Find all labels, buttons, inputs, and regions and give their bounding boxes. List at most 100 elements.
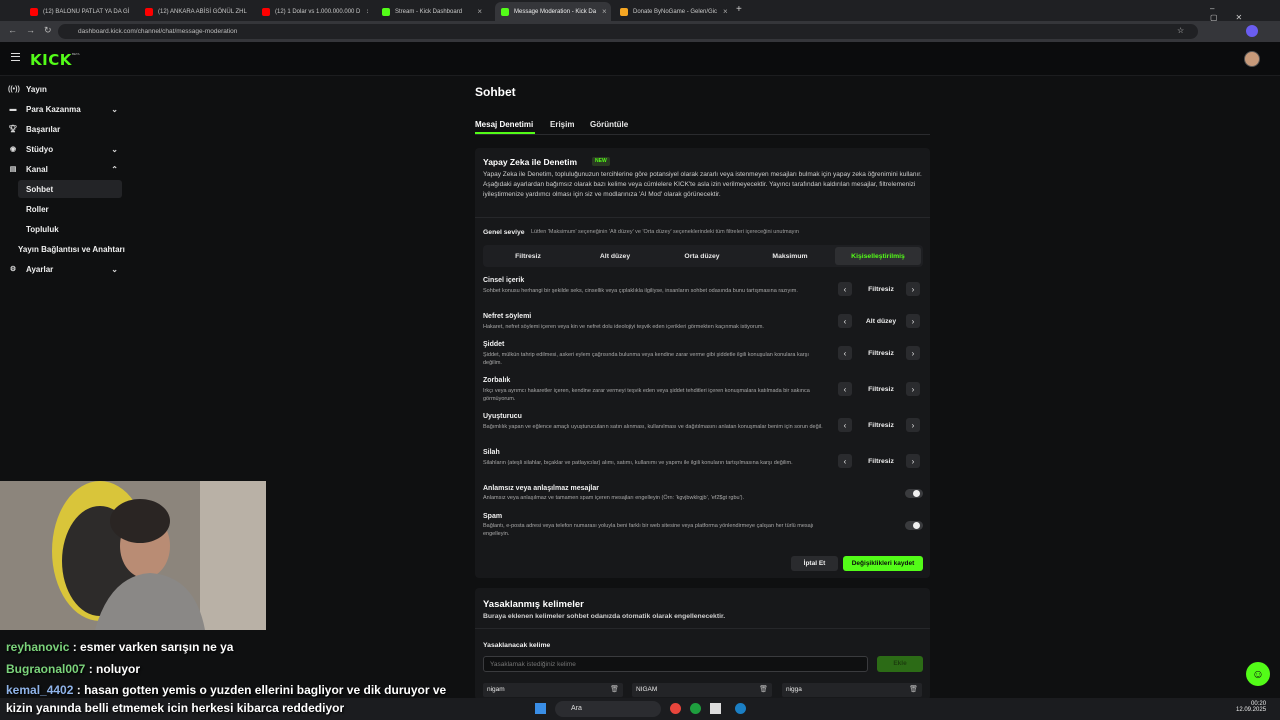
trophy-icon: 🏆︎ (8, 126, 18, 133)
chat-message: kemal_4402 : hasan gotten yemis o yuzden… (6, 683, 447, 697)
level-kisisellestirilmis-button[interactable]: Kişiselleştirilmiş (835, 247, 921, 265)
sidebar-item-topluluk[interactable]: Topluluk (18, 220, 122, 238)
category-value: Filtresiz (868, 350, 894, 357)
hamburger-menu-icon[interactable] (11, 53, 20, 61)
level-maksimum-button[interactable]: Maksimum (746, 247, 834, 265)
toggle-title: Anlamsız veya anlaşılmaz mesajlar (483, 485, 599, 492)
chevron-right-icon[interactable]: › (906, 346, 920, 360)
category-value: Filtresiz (868, 422, 894, 429)
chevron-left-icon[interactable]: ‹ (838, 454, 852, 468)
sidebar-item-studyo[interactable]: ◉ Stüdyo ⌄ (8, 140, 122, 158)
chevron-left-icon[interactable]: ‹ (838, 282, 852, 296)
category-title: Zorbalık (483, 377, 511, 384)
close-icon[interactable]: × (360, 7, 368, 16)
banned-words-description: Buraya eklenen kelimeler sohbet odanızda… (483, 613, 726, 620)
browser-tab-bar: (12) BALONU PATLAT YA DA Gİ× (12) ANKARA… (0, 0, 1280, 22)
files-icon[interactable] (710, 703, 721, 714)
chevron-left-icon[interactable]: ‹ (838, 418, 852, 432)
chrome-icon[interactable] (670, 703, 681, 714)
tab-erisim[interactable]: Erişim (550, 120, 574, 129)
category-value: Alt düzey (865, 318, 897, 325)
category-description: Hakaret, nefret söylemi içeren veya kin … (483, 324, 764, 330)
save-button[interactable]: Değişiklikleri kaydet (843, 556, 923, 571)
broadcast-icon: ((•)) (8, 85, 20, 93)
sidebar-item-sohbet[interactable]: Sohbet (18, 180, 122, 198)
divider (475, 628, 930, 629)
nav-arrows-icon[interactable]: ←→↻ (8, 25, 61, 36)
trash-icon[interactable]: 🗑︎ (909, 683, 918, 697)
chevron-right-icon[interactable]: › (906, 382, 920, 396)
beta-badge: BETA (72, 52, 80, 56)
chevron-left-icon[interactable]: ‹ (838, 314, 852, 328)
banned-word-label: Yasaklanacak kelime (483, 642, 551, 649)
close-icon[interactable]: × (596, 7, 607, 16)
browser-tab[interactable]: (12) 1 Dolar vs 1.000.000.000 D× (256, 2, 368, 21)
close-icon[interactable]: × (247, 7, 251, 16)
chevron-right-icon[interactable]: › (906, 454, 920, 468)
browser-tab-active[interactable]: Message Moderation - Kick Da × (495, 2, 611, 21)
sidebar-item-yayin[interactable]: ((•)) Yayın (8, 80, 122, 98)
spam-toggle[interactable] (905, 521, 923, 530)
xbox-icon[interactable] (690, 703, 701, 714)
cancel-button[interactable]: İptal Et (791, 556, 838, 571)
ai-description: Yapay Zeka ile Denetim, topluluğunuzun t… (483, 171, 922, 198)
category-value: Filtresiz (868, 458, 894, 465)
browser-tab[interactable]: (12) ANKARA ABİSİ GÖNÜL ZHL× (139, 2, 251, 21)
category-description: Sohbet konusu herhangi bir şekilde seks,… (483, 288, 798, 294)
chevron-right-icon[interactable]: › (906, 418, 920, 432)
sidebar-item-basarilar[interactable]: 🏆︎ Başarılar (8, 120, 122, 138)
browser-tab[interactable]: Donate ByNoGame - Gelen/Gic × (614, 2, 730, 21)
level-alt-duzey-button[interactable]: Alt düzey (572, 247, 658, 265)
chevron-left-icon[interactable]: ‹ (838, 346, 852, 360)
close-icon[interactable]: × (129, 7, 136, 16)
url-field[interactable]: dashboard.kick.com/channel/chat/message-… (58, 24, 1198, 39)
category-value: Filtresiz (868, 286, 894, 293)
sidebar-item-kanal[interactable]: ▤ Kanal ⌃ (8, 160, 122, 178)
sidebar-item-para-kazanma[interactable]: ▬ Para Kazanma ⌄ (8, 100, 122, 118)
category-description: Bağımlılık yapan ve eğlence amaçlı uyuşt… (483, 424, 823, 430)
browser-tab[interactable]: (12) BALONU PATLAT YA DA Gİ× (24, 2, 136, 21)
sidebar-item-yayin-baglantisi[interactable]: Yayın Bağlantısı ve Anahtarı (10, 240, 126, 258)
browser-tab[interactable]: Stream - Kick Dashboard × (376, 2, 488, 21)
level-filtresiz-button[interactable]: Filtresiz (485, 247, 571, 265)
bookmark-star-icon[interactable]: ☆ (1177, 26, 1184, 35)
kick-logo[interactable]: KICK (30, 51, 72, 69)
banned-word-input[interactable] (483, 656, 868, 672)
sidebar-item-roller[interactable]: Roller (18, 200, 122, 218)
banned-word-chip: nigga 🗑︎ (782, 683, 922, 697)
steam-icon[interactable] (735, 703, 746, 714)
close-icon[interactable]: × (717, 7, 728, 16)
support-chat-icon[interactable]: ☺ (1246, 662, 1270, 686)
add-word-button[interactable]: Ekle (877, 656, 923, 672)
category-description: Silahların (ateşli silahlar, bıçaklar ve… (483, 460, 793, 466)
avatar[interactable] (1244, 51, 1260, 67)
gibberish-toggle[interactable] (905, 489, 923, 498)
profile-icon[interactable] (1246, 25, 1258, 37)
sidebar-item-ayarlar[interactable]: ⚙ Ayarlar ⌄ (8, 260, 122, 278)
ai-section-title: Yapay Zeka ile Denetim (483, 157, 578, 167)
webcam-overlay (0, 481, 266, 630)
new-tab-icon[interactable]: + (736, 4, 742, 15)
chevron-right-icon[interactable]: › (906, 282, 920, 296)
tab-divider (475, 134, 930, 135)
money-icon: ▬ (9, 105, 17, 113)
tab-mesaj-denetimi[interactable]: Mesaj Denetimi (475, 120, 533, 129)
trash-icon[interactable]: 🗑︎ (759, 683, 768, 697)
level-orta-duzey-button[interactable]: Orta düzey (659, 247, 745, 265)
chevron-down-icon: ⌄ (111, 144, 118, 154)
chevron-right-icon[interactable]: › (906, 314, 920, 328)
windows-start-icon[interactable] (535, 703, 546, 714)
streamer-camera-image (0, 481, 266, 630)
category-title: Şiddet (483, 341, 505, 348)
channel-icon: ▤ (9, 166, 17, 173)
window-controls[interactable]: –▢✕ (1210, 4, 1280, 22)
trash-icon[interactable]: 🗑︎ (610, 683, 619, 697)
chat-message: reyhanovic : esmer varken sarışın ne ya (6, 640, 234, 654)
browser-address-bar: ←→↻ dashboard.kick.com/channel/chat/mess… (0, 21, 1280, 42)
tab-goruntule[interactable]: Görüntüle (590, 120, 628, 129)
category-description: Şiddet, mülkün tahrip edilmesi, askeri e… (483, 352, 809, 366)
close-icon[interactable]: × (471, 7, 482, 16)
youtube-icon (30, 7, 38, 16)
chevron-left-icon[interactable]: ‹ (838, 382, 852, 396)
taskbar-search[interactable]: Ara (555, 701, 661, 717)
